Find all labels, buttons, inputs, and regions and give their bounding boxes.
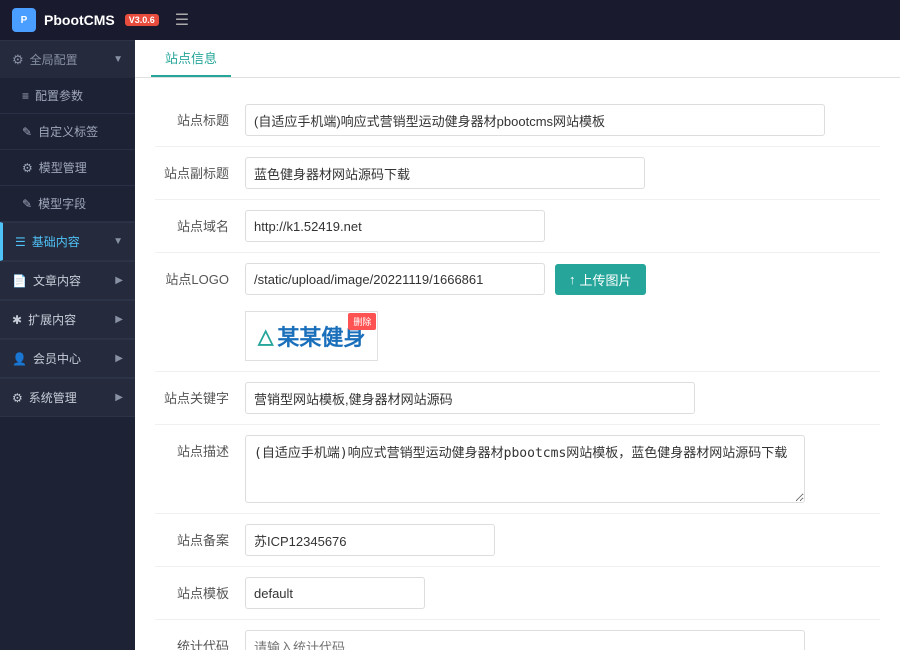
row-site-subtitle: 站点副标题 xyxy=(155,147,880,200)
input-site-domain[interactable] xyxy=(245,210,545,242)
sidebar: ⚙ 全局配置 ≡ 配置参数 ✎ 自定义标签 ⚙ 模型管理 ✎ 模型字段 ☰ 基础… xyxy=(0,40,135,650)
content-area: 站点信息 站点标题 站点副标题 站点域名 xyxy=(135,40,900,650)
version-badge: V3.0.6 xyxy=(125,14,159,26)
label-site-title: 站点标题 xyxy=(155,104,245,129)
input-keywords[interactable] xyxy=(245,382,695,414)
sidebar-item-model-manage[interactable]: ⚙ 模型管理 xyxy=(0,150,135,186)
sidebar-item-system-manage[interactable]: ⚙ 系统管理 xyxy=(0,378,135,417)
input-site-logo-path[interactable] xyxy=(245,263,545,295)
sidebar-item-config-params[interactable]: ≡ 配置参数 xyxy=(0,78,135,114)
main-layout: ⚙ 全局配置 ≡ 配置参数 ✎ 自定义标签 ⚙ 模型管理 ✎ 模型字段 ☰ 基础… xyxy=(0,40,900,650)
upload-icon: ↑ xyxy=(569,272,576,287)
chevron-down-icon xyxy=(113,54,123,65)
sidebar-label-model-fields: 模型字段 xyxy=(38,195,86,212)
tab-bar: 站点信息 xyxy=(135,40,900,78)
sidebar-item-article-content[interactable]: 📄 文章内容 xyxy=(0,261,135,300)
sidebar-label-member-center: 会员中心 xyxy=(33,350,81,367)
tab-site-info[interactable]: 站点信息 xyxy=(151,40,231,77)
row-template: 站点模板 xyxy=(155,567,880,620)
label-filing: 站点备案 xyxy=(155,524,245,549)
input-filing[interactable] xyxy=(245,524,495,556)
app-title: PbootCMS xyxy=(44,12,115,28)
topbar: P PbootCMS V3.0.6 ☰ xyxy=(0,0,900,40)
gear-icon: ⚙ xyxy=(12,52,24,68)
field-icon: ✎ xyxy=(22,197,32,211)
upload-image-button[interactable]: ↑ 上传图片 xyxy=(555,264,646,295)
form-area: 站点标题 站点副标题 站点域名 站点LOGO xyxy=(135,78,900,650)
row-filing: 站点备案 xyxy=(155,514,880,567)
input-site-subtitle[interactable] xyxy=(245,157,645,189)
sidebar-label-article-content: 文章内容 xyxy=(33,272,81,289)
list-icon: ≡ xyxy=(22,89,29,103)
sidebar-label-config-params: 配置参数 xyxy=(35,87,83,104)
field-keywords xyxy=(245,382,880,414)
field-site-logo: ↑ 上传图片 △ 某某健身 删除 xyxy=(245,263,880,361)
label-site-logo: 站点LOGO xyxy=(155,263,245,288)
basic-icon: ☰ xyxy=(15,235,26,249)
sidebar-item-global-config[interactable]: ⚙ 全局配置 xyxy=(0,40,135,78)
row-site-domain: 站点域名 xyxy=(155,200,880,253)
article-icon: 📄 xyxy=(12,274,27,288)
logo-icon: P xyxy=(12,8,36,32)
chevron-down-icon-basic xyxy=(113,236,123,247)
ext-icon: ✱ xyxy=(12,313,22,327)
field-site-title xyxy=(245,104,880,136)
chevron-right-icon-member xyxy=(115,353,123,364)
label-keywords: 站点关键字 xyxy=(155,382,245,407)
sidebar-label-ext-content: 扩展内容 xyxy=(28,311,76,328)
row-site-title: 站点标题 xyxy=(155,94,880,147)
field-site-domain xyxy=(245,210,880,242)
sidebar-label-system-manage: 系统管理 xyxy=(29,389,77,406)
sidebar-item-model-fields[interactable]: ✎ 模型字段 xyxy=(0,186,135,222)
label-description: 站点描述 xyxy=(155,435,245,460)
label-site-domain: 站点域名 xyxy=(155,210,245,235)
upload-btn-label: 上传图片 xyxy=(580,270,632,289)
sidebar-item-member-center[interactable]: 👤 会员中心 xyxy=(0,339,135,378)
field-template xyxy=(245,577,880,609)
input-site-title[interactable] xyxy=(245,104,825,136)
label-template: 站点模板 xyxy=(155,577,245,602)
logo-delete-button[interactable]: 删除 xyxy=(348,313,376,330)
chevron-right-icon-ext xyxy=(115,314,123,325)
field-site-subtitle xyxy=(245,157,880,189)
sidebar-label-basic-content: 基础内容 xyxy=(32,233,80,250)
member-icon: 👤 xyxy=(12,352,27,366)
row-description: 站点描述 (自适应手机端)响应式营销型运动健身器材pbootcms网站模板，蓝色… xyxy=(155,425,880,514)
row-stats: 统计代码 https://www.huzhan.com/ishop34101 xyxy=(155,620,880,650)
logo: P PbootCMS V3.0.6 xyxy=(12,8,159,32)
sidebar-label-custom-tags: 自定义标签 xyxy=(38,123,98,140)
logo-triangle-icon: △ xyxy=(258,324,273,349)
label-site-subtitle: 站点副标题 xyxy=(155,157,245,182)
textarea-description[interactable]: (自适应手机端)响应式营销型运动健身器材pbootcms网站模板，蓝色健身器材网… xyxy=(245,435,805,503)
chevron-right-icon-system xyxy=(115,392,123,403)
row-keywords: 站点关键字 xyxy=(155,372,880,425)
sidebar-item-ext-content[interactable]: ✱ 扩展内容 xyxy=(0,300,135,339)
sidebar-label-model-manage: 模型管理 xyxy=(39,159,87,176)
field-filing xyxy=(245,524,880,556)
label-stats: 统计代码 xyxy=(155,630,245,650)
sidebar-item-basic-content[interactable]: ☰ 基础内容 xyxy=(0,222,135,261)
tag-icon: ✎ xyxy=(22,125,32,139)
field-description: (自适应手机端)响应式营销型运动健身器材pbootcms网站模板，蓝色健身器材网… xyxy=(245,435,880,503)
sidebar-item-custom-tags[interactable]: ✎ 自定义标签 xyxy=(0,114,135,150)
logo-preview-container: △ 某某健身 删除 xyxy=(245,311,378,361)
system-icon: ⚙ xyxy=(12,391,23,405)
input-template[interactable] xyxy=(245,577,425,609)
field-stats: https://www.huzhan.com/ishop34101 xyxy=(245,630,880,650)
menu-toggle-icon[interactable]: ☰ xyxy=(175,10,189,30)
textarea-stats[interactable] xyxy=(245,630,805,650)
row-site-logo: 站点LOGO ↑ 上传图片 △ 某某健身 xyxy=(155,253,880,372)
model-icon: ⚙ xyxy=(22,161,33,175)
chevron-right-icon-article xyxy=(115,275,123,286)
sidebar-label-global-config: 全局配置 xyxy=(30,51,78,68)
